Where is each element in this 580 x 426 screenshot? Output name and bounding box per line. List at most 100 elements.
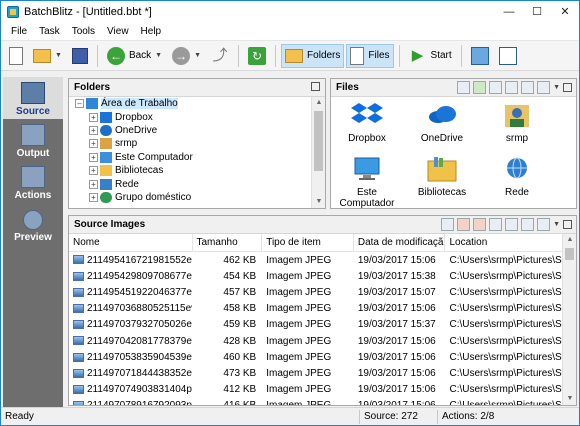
tree-item[interactable]: + Este Computador	[69, 151, 311, 164]
tree-item[interactable]: + Dropbox	[69, 110, 311, 123]
panel-maximize-icon[interactable]	[563, 83, 572, 92]
dropdown-arrow-icon[interactable]: ▼	[553, 84, 560, 91]
expand-icon[interactable]: +	[89, 192, 98, 202]
select-all-icon[interactable]	[489, 81, 503, 94]
table-row[interactable]: 211497074903831404prett... 412 KB Imagem J…	[69, 382, 562, 398]
scroll-down-icon[interactable]: ▼	[563, 393, 577, 405]
scroll-down-icon[interactable]: ▼	[312, 196, 326, 208]
status-actions-count: Actions: 2/8	[437, 409, 557, 424]
table-row[interactable]: 211497053835904539ever... 460 KB Imagem JP…	[69, 349, 562, 365]
menu-file[interactable]: File	[5, 26, 33, 37]
table-row[interactable]: 211497036880525115ever... 458 KB Imagem JP…	[69, 301, 562, 317]
folders-toggle-button[interactable]: Folders	[281, 43, 345, 68]
column-header-type[interactable]: Tipo de item	[262, 234, 354, 251]
zoom-icon[interactable]	[521, 218, 535, 231]
tree-item[interactable]: + Bibliotecas	[69, 164, 311, 177]
source-images-scrollbar[interactable]: ▲ ▼	[562, 234, 576, 405]
file-item[interactable]: Este Computador	[331, 155, 403, 209]
report-button[interactable]	[495, 44, 521, 68]
folders-scrollbar[interactable]: ▲ ▼	[311, 97, 325, 208]
cell-text: 459 KB	[223, 319, 257, 331]
tree-item[interactable]: – Área de Trabalho	[69, 97, 311, 110]
actions-icon	[21, 166, 45, 188]
filter-icon[interactable]	[505, 218, 519, 231]
refresh-button[interactable]: ↻	[244, 44, 270, 68]
table-row[interactable]: 211495429809708677ever... 454 KB Imagem JP…	[69, 268, 562, 284]
nav-actions[interactable]: Actions	[3, 161, 63, 203]
file-item[interactable]: Rede	[481, 155, 553, 198]
tree-item[interactable]: + srmp	[69, 137, 311, 150]
scroll-thumb[interactable]	[565, 248, 574, 260]
cell-text: 19/03/2017 15:06	[357, 254, 436, 266]
tree-item[interactable]: + Grupo doméstico	[69, 191, 311, 204]
window-title: BatchBlitz - [Untitled.bbt *]	[24, 6, 152, 18]
zoom-icon[interactable]	[521, 81, 535, 94]
column-header-size[interactable]: Tamanho	[193, 234, 263, 251]
menu-task[interactable]: Task	[33, 26, 66, 37]
collapse-icon[interactable]: –	[75, 99, 84, 109]
table-row[interactable]: 211497078916792093prett... 416 KB Imagem J…	[69, 398, 562, 405]
remove-icon[interactable]	[457, 218, 471, 231]
cell-location: C:\Users\srmp\Pictures\Spot	[445, 384, 562, 395]
up-button[interactable]: ⤴	[207, 44, 233, 68]
table-row[interactable]: 211497071844438352ever... 473 KB Imagem JP…	[69, 365, 562, 381]
title-bar[interactable]: BatchBlitz - [Untitled.bbt *] — ☐ ✕	[1, 1, 579, 23]
scroll-up-icon[interactable]: ▲	[563, 234, 577, 246]
file-item[interactable]: OneDrive	[406, 101, 478, 144]
back-button[interactable]: ← Back ▼	[103, 44, 166, 68]
nav-source[interactable]: Source	[3, 77, 63, 119]
minimize-button[interactable]: —	[495, 1, 523, 23]
forward-button[interactable]: → ▼	[168, 44, 205, 68]
expand-icon[interactable]: +	[89, 179, 98, 189]
menu-tools[interactable]: Tools	[66, 26, 101, 37]
file-item[interactable]: Dropbox	[331, 101, 403, 144]
file-item[interactable]: srmp	[481, 101, 553, 144]
table-row[interactable]: 211497037932705026ever... 459 KB Imagem JP…	[69, 317, 562, 333]
maximize-button[interactable]: ☐	[523, 1, 551, 23]
cell-text: 428 KB	[223, 335, 257, 347]
scroll-thumb[interactable]	[314, 111, 323, 171]
save-button[interactable]	[68, 44, 92, 68]
add-images-icon[interactable]	[457, 81, 471, 94]
menu-help[interactable]: Help	[135, 26, 168, 37]
filter-icon[interactable]	[505, 81, 519, 94]
expand-icon[interactable]: +	[89, 139, 98, 149]
dropdown-arrow-icon[interactable]: ▼	[553, 221, 560, 228]
close-button[interactable]: ✕	[551, 1, 579, 23]
column-header-modified[interactable]: Data de modificação	[354, 234, 446, 251]
cell-type: Imagem JPEG	[262, 271, 354, 282]
column-header-location[interactable]: Location	[445, 234, 562, 251]
start-button[interactable]: ▶ Start	[405, 44, 456, 68]
select-all-icon[interactable]	[489, 218, 503, 231]
menu-view[interactable]: View	[101, 26, 135, 37]
file-item[interactable]: Bibliotecas	[406, 155, 478, 198]
nav-output[interactable]: Output	[3, 119, 63, 161]
new-button[interactable]	[5, 44, 27, 68]
view-mode-icon[interactable]	[537, 218, 551, 231]
panel-maximize-icon[interactable]	[563, 220, 572, 229]
cell-text: 454 KB	[223, 270, 257, 282]
open-button[interactable]: ▼	[29, 44, 66, 68]
clear-list-icon[interactable]	[473, 218, 487, 231]
expand-icon[interactable]: +	[89, 152, 98, 162]
panel-maximize-icon[interactable]	[311, 82, 320, 91]
tree-item[interactable]: + Rede	[69, 177, 311, 190]
image-preview-button[interactable]	[467, 44, 493, 68]
left-navigation: Source Output Actions Preview	[3, 77, 63, 407]
nav-preview-label: Preview	[14, 232, 52, 243]
expand-icon[interactable]: +	[89, 125, 98, 135]
add-folder-icon[interactable]	[473, 81, 487, 94]
expand-icon[interactable]: +	[89, 112, 98, 122]
add-images-icon[interactable]	[441, 218, 455, 231]
nav-preview[interactable]: Preview	[3, 203, 63, 245]
tree-item[interactable]: + OneDrive	[69, 124, 311, 137]
table-row[interactable]: 211495416721981552ever... 462 KB Imagem JP…	[69, 252, 562, 268]
view-mode-icon[interactable]	[537, 81, 551, 94]
expand-icon[interactable]: +	[89, 166, 98, 176]
table-row[interactable]: 211497042081778379ever... 428 KB Imagem JP…	[69, 333, 562, 349]
table-row[interactable]: 211495451922046377ever... 457 KB Imagem JP…	[69, 284, 562, 300]
play-icon: ▶	[411, 46, 424, 64]
column-header-name[interactable]: Nome	[69, 234, 193, 251]
files-toggle-button[interactable]: Files	[346, 43, 394, 68]
scroll-up-icon[interactable]: ▲	[312, 97, 326, 109]
